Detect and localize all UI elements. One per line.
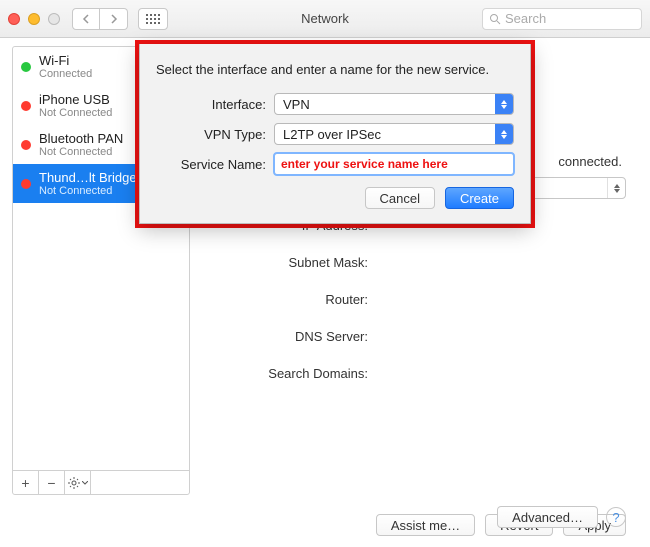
search-placeholder: Search [505,11,546,26]
search-icon [489,13,501,25]
chevron-down-icon [82,481,88,485]
zoom-window-button[interactable] [48,13,60,25]
service-name-input[interactable] [274,153,514,175]
gear-icon [68,477,80,489]
subnet-mask-label: Subnet Mask: [204,250,374,275]
interface-select[interactable]: VPN [274,93,514,115]
nav-buttons [72,8,128,30]
detail-fields: IP Address: Subnet Mask: Router: DNS Ser… [204,213,626,386]
vpn-type-value: L2TP over IPSec [283,127,381,142]
back-button[interactable] [72,8,100,30]
router-label: Router: [204,287,374,312]
window-controls [8,13,60,25]
service-actions-button[interactable] [65,471,91,495]
status-dot-icon [21,101,31,111]
chevron-left-icon [82,14,90,24]
stepper-icon [607,178,625,198]
service-name: iPhone USB [39,92,112,107]
service-status: Connected [39,68,92,80]
minimize-window-button[interactable] [28,13,40,25]
interface-value: VPN [283,97,310,112]
vpn-type-label: VPN Type: [156,127,274,142]
service-status: Not Connected [39,185,137,197]
stepper-icon [495,124,513,144]
service-status: Not Connected [39,107,112,119]
new-service-sheet: Select the interface and enter a name fo… [135,40,535,228]
dns-server-label: DNS Server: [204,324,374,349]
search-field[interactable]: Search [482,8,642,30]
status-dot-icon [21,62,31,72]
service-status: Not Connected [39,146,123,158]
stepper-icon [495,94,513,114]
cancel-button[interactable]: Cancel [365,187,435,209]
service-name: Wi-Fi [39,53,92,68]
show-all-button[interactable] [138,8,168,30]
interface-label: Interface: [156,97,274,112]
service-name: Bluetooth PAN [39,131,123,146]
window-titlebar: Network Search [0,0,650,38]
chevron-right-icon [110,14,118,24]
sheet-prompt: Select the interface and enter a name fo… [156,62,514,77]
close-window-button[interactable] [8,13,20,25]
search-domains-label: Search Domains: [204,361,374,386]
vpn-type-select[interactable]: L2TP over IPSec [274,123,514,145]
advanced-button[interactable]: Advanced… [497,506,598,528]
status-dot-icon [21,140,31,150]
grid-icon [146,14,160,24]
sidebar-footer: + − [13,470,189,494]
help-button[interactable]: ? [606,507,626,527]
status-dot-icon [21,179,31,189]
remove-service-button[interactable]: − [39,471,65,495]
service-name-label: Service Name: [156,157,274,172]
create-button[interactable]: Create [445,187,514,209]
forward-button[interactable] [100,8,128,30]
add-service-button[interactable]: + [13,471,39,495]
service-name: Thund…lt Bridge [39,170,137,185]
